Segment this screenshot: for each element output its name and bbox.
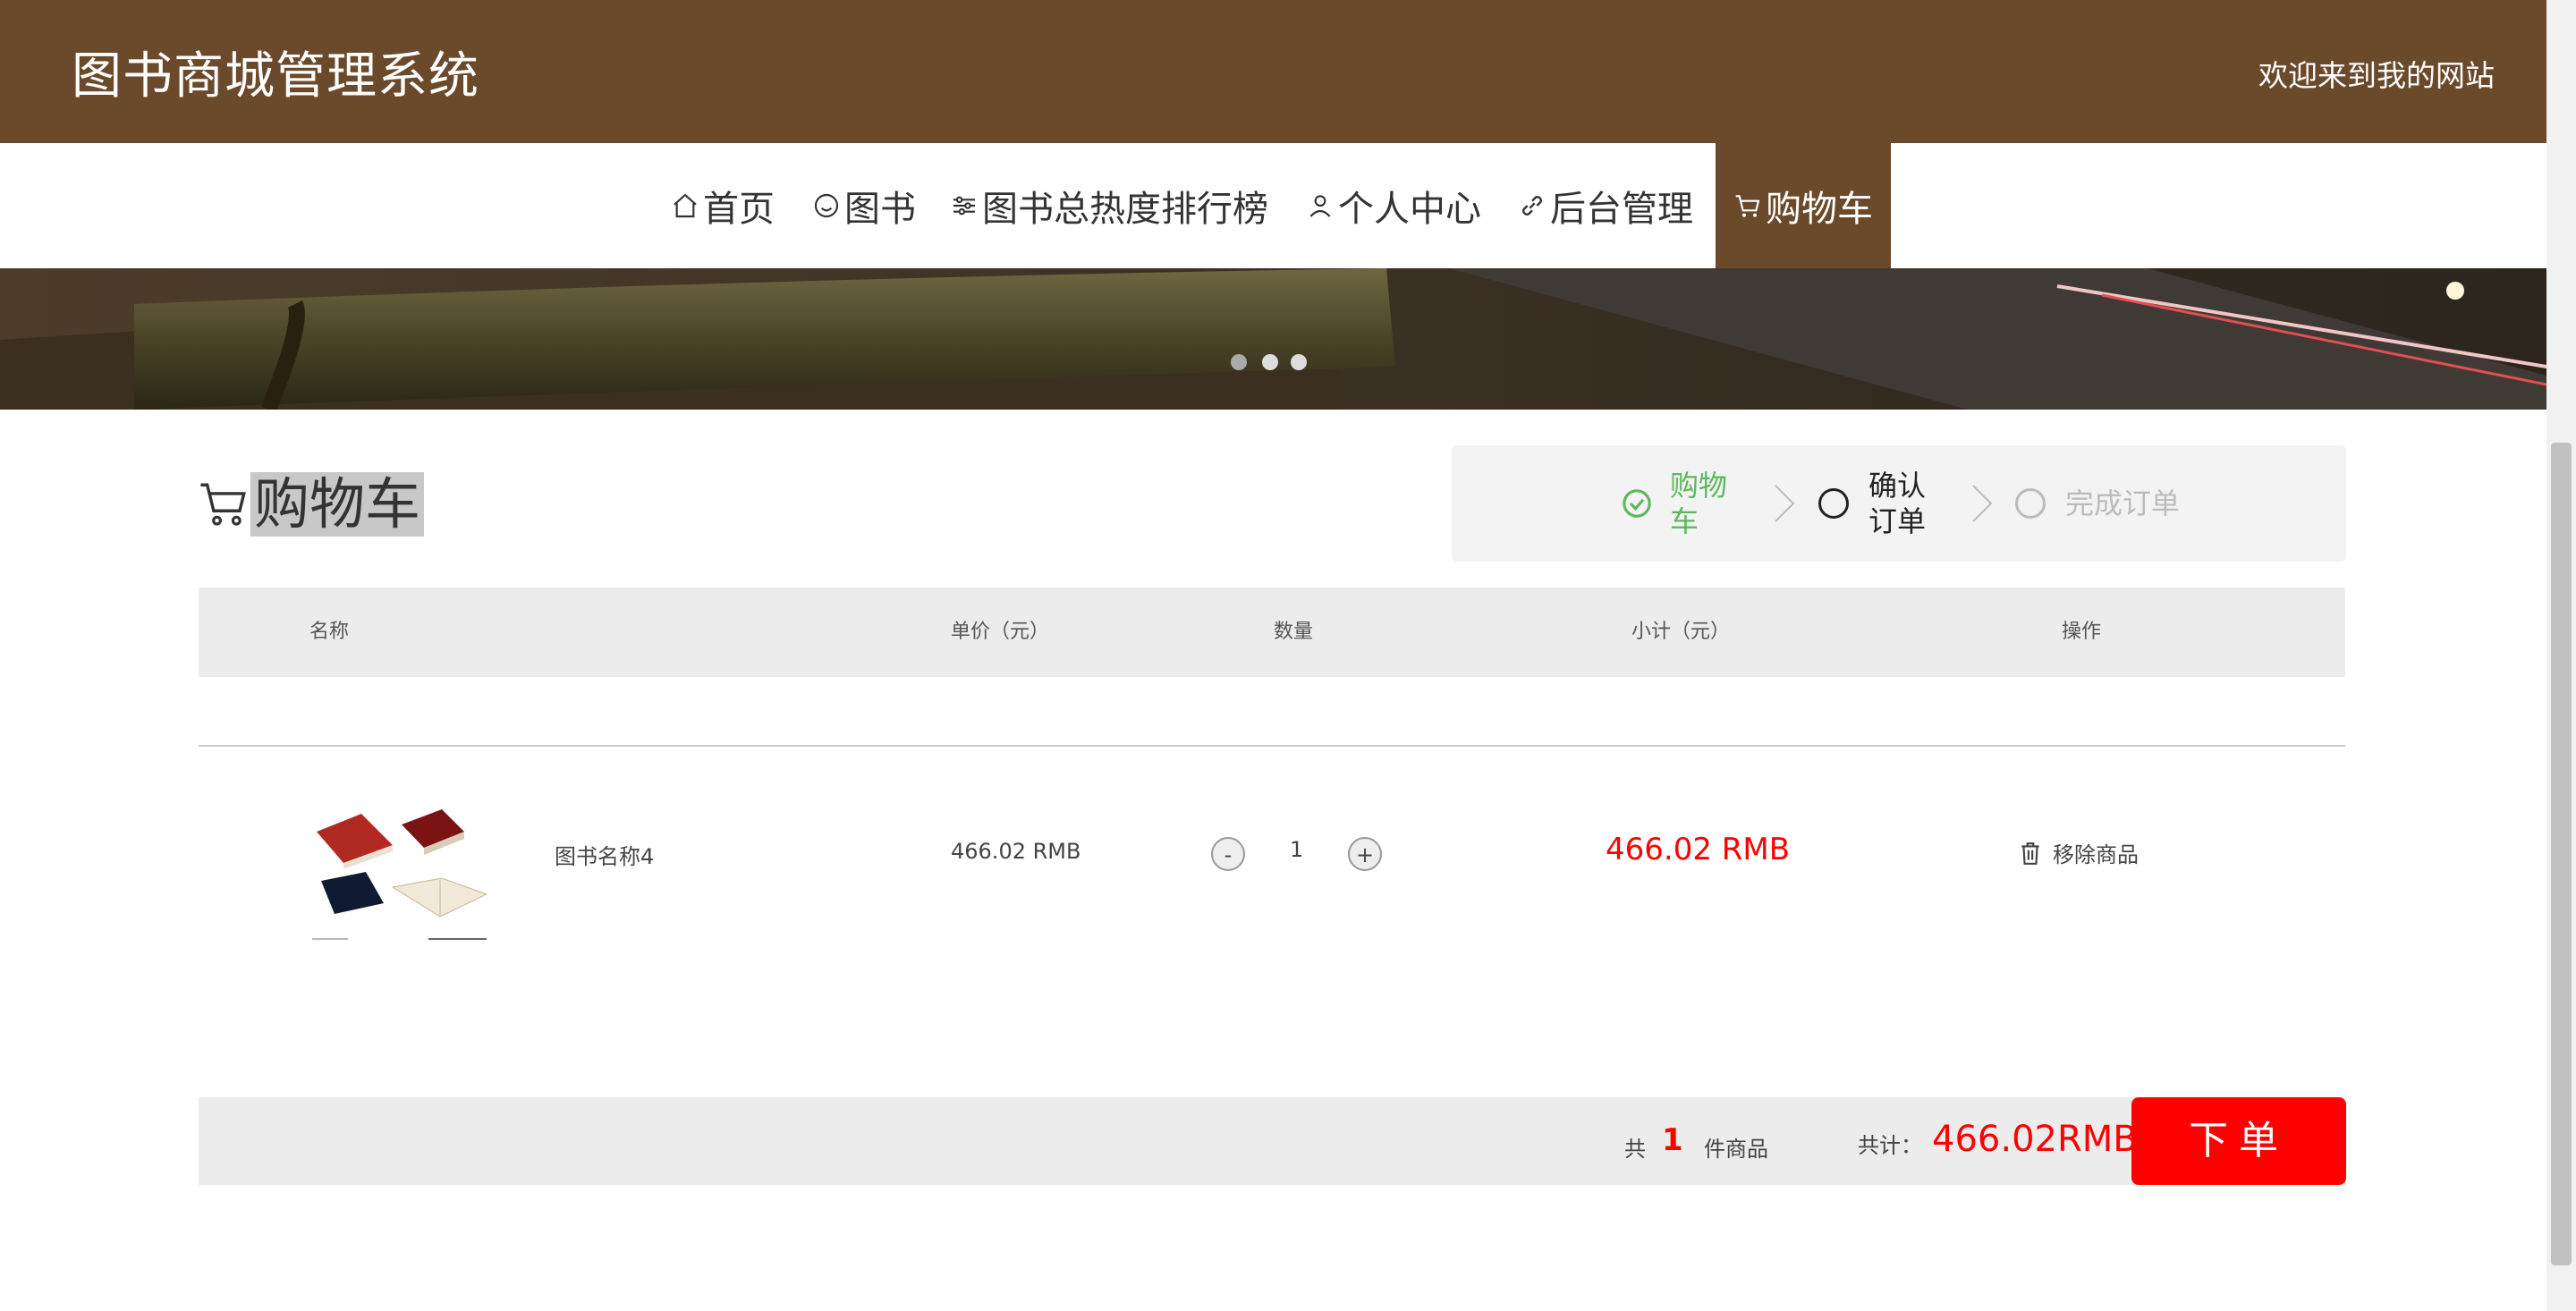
place-order-button[interactable]: 下单: [2131, 1097, 2346, 1185]
trash-icon: [2021, 842, 2039, 865]
column-header-price: 单价（元）: [951, 621, 1050, 643]
chevron-right-icon: [1972, 485, 1993, 522]
summary-prefix: 共: [1624, 1137, 1646, 1162]
smile-icon: [814, 193, 839, 218]
chevron-right-icon: [1775, 485, 1795, 522]
nav-item-cart[interactable]: 购物车: [1716, 143, 1891, 268]
qty-increase-button[interactable]: +: [1348, 837, 1382, 871]
qty-decrease-button[interactable]: -: [1211, 837, 1245, 871]
nav-item-label: 首页: [703, 189, 775, 230]
page-title: 购物车: [250, 472, 425, 537]
nav-item-admin[interactable]: 后台管理: [1518, 143, 1693, 268]
nav-item-books[interactable]: 图书: [812, 143, 916, 268]
step-label: 完成订单: [2065, 486, 2181, 520]
site-header: 图书商城管理系统 欢迎来到我的网站: [0, 0, 2546, 143]
welcome-text: 欢迎来到我的网站: [2258, 58, 2495, 93]
nav-item-label: 图书总热度排行榜: [982, 189, 1268, 230]
scrollbar-thumb[interactable]: [2551, 443, 2572, 1265]
item-name[interactable]: 图书名称4: [555, 839, 654, 870]
main-nav: 首页 图书 图书总热度排行榜 个人中心 后台管理 购物车: [0, 143, 2546, 268]
nav-item-label: 后台管理: [1550, 189, 1693, 230]
circle-icon: [1818, 488, 1849, 519]
cart-icon: [200, 483, 246, 526]
table-row: 图书名称4 466.02 RMB - 1 + 466.02 RMB 移除商品: [199, 787, 2345, 966]
summary-count: 1: [1662, 1122, 1683, 1158]
divider: [199, 745, 2345, 747]
nav-item-home[interactable]: 首页: [671, 143, 775, 268]
cart-icon: [1735, 195, 1760, 217]
item-price: 466.02 RMB: [951, 839, 1081, 864]
column-header-name: 名称: [309, 621, 350, 643]
cart-summary-bar: 共 1 件商品 共计： 466.02RMB: [199, 1097, 2345, 1185]
step-label: 确认订单: [1868, 469, 1927, 538]
column-header-actions: 操作: [2062, 621, 2102, 643]
step-label: 购物车: [1670, 469, 1728, 538]
nav-item-label: 购物车: [1766, 189, 1873, 230]
remove-item-button[interactable]: 移除商品: [2019, 837, 2139, 868]
link-icon: [1522, 196, 1542, 216]
banner-image: [0, 268, 2546, 410]
site-title[interactable]: 图书商城管理系统: [72, 36, 479, 108]
cart-table-header: 名称 单价（元） 数量 小计（元） 操作: [199, 588, 2345, 677]
step-confirm: 确认订单: [1818, 445, 1931, 562]
column-header-qty: 数量: [1274, 621, 1314, 643]
summary-suffix: 件商品: [1704, 1137, 1768, 1162]
check-circle-icon: [1623, 489, 1651, 518]
step-cart: 购物车: [1622, 445, 1733, 562]
user-icon: [1309, 195, 1331, 217]
home-icon: [674, 193, 697, 218]
total-amount: 466.02RMB: [1932, 1119, 2138, 1160]
item-subtotal: 466.02 RMB: [1606, 832, 1791, 867]
sliders-icon: [953, 196, 975, 216]
order-steps: 购物车 确认订单 完成订单: [1452, 445, 2346, 562]
cart-heading: 购物车: [199, 472, 425, 537]
banner-picture: [0, 268, 2546, 410]
circle-icon: [2015, 488, 2046, 519]
scrollbar[interactable]: [2546, 0, 2576, 1311]
nav-item-label: 个人中心: [1338, 189, 1481, 230]
total-label: 共计：: [1858, 1133, 1922, 1158]
nav-item-ranking[interactable]: 图书总热度排行榜: [950, 143, 1268, 268]
book-thumbnail[interactable]: [308, 805, 496, 952]
step-complete: 完成订单: [2015, 445, 2244, 562]
nav-item-label: 图书: [844, 189, 916, 230]
column-header-subtotal: 小计（元）: [1631, 621, 1731, 643]
qty-value[interactable]: 1: [1290, 837, 1303, 862]
nav-item-profile[interactable]: 个人中心: [1306, 143, 1481, 268]
remove-label: 移除商品: [2053, 842, 2139, 867]
